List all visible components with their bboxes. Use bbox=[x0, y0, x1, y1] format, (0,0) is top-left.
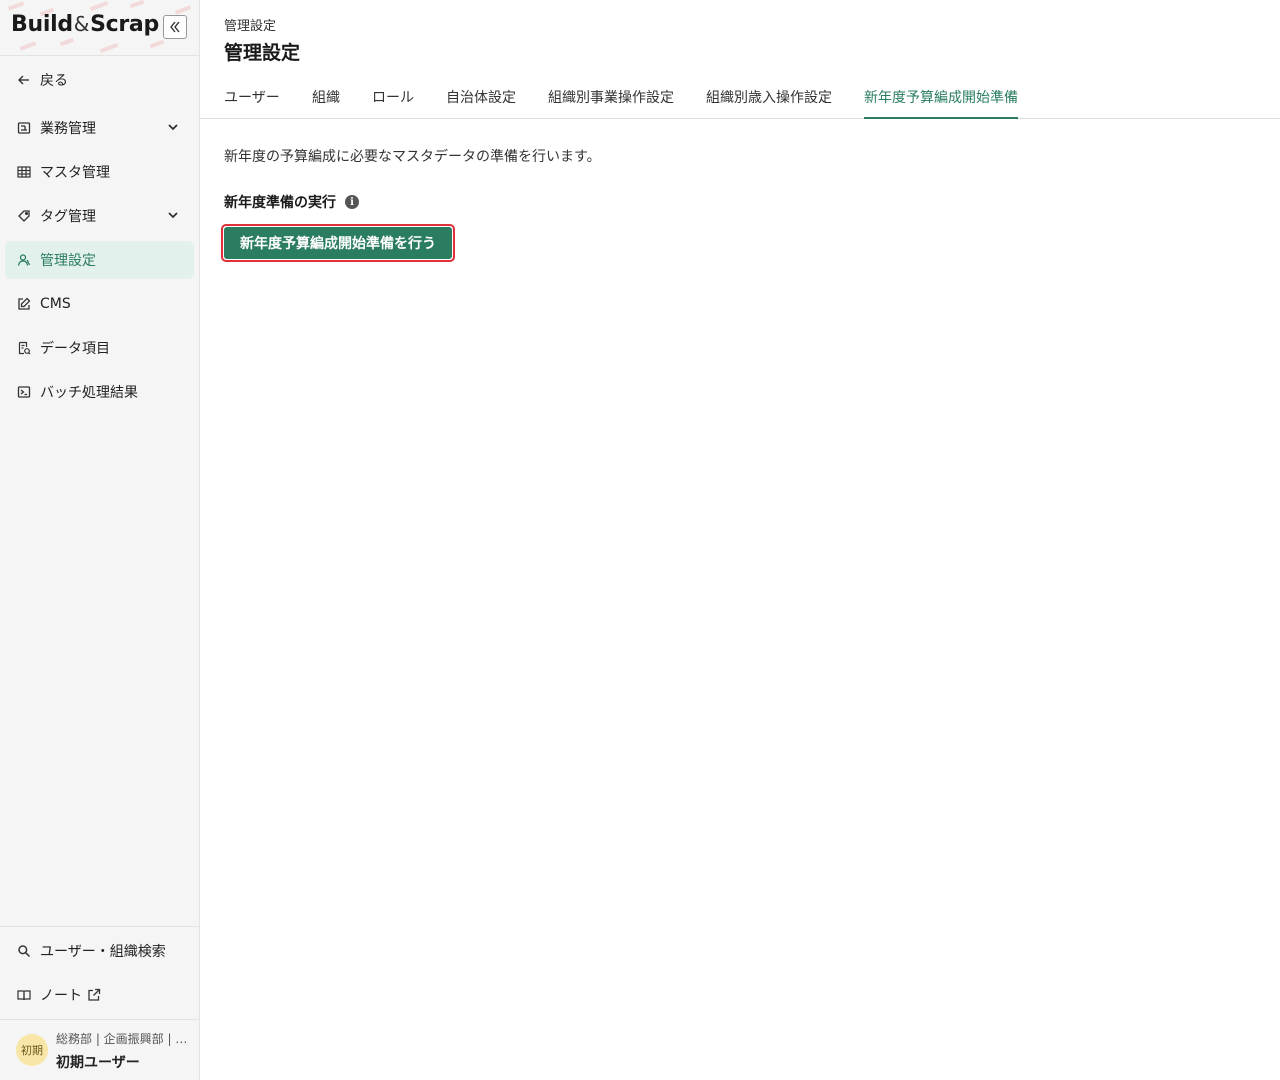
avatar: 初期 bbox=[16, 1034, 48, 1066]
table-icon bbox=[16, 164, 32, 180]
search-icon bbox=[16, 943, 32, 959]
sidebar-item-batch-results[interactable]: バッチ処理結果 bbox=[5, 373, 194, 411]
sidebar: Build&Scrap 戻る 業務管理 マスタ管理 タグ管理 管理設定 CMS … bbox=[0, 0, 200, 1080]
back-button[interactable]: 戻る bbox=[5, 61, 194, 99]
tag-icon bbox=[16, 208, 32, 224]
collapse-sidebar-button[interactable] bbox=[163, 15, 187, 39]
sidebar-item-label: タグ管理 bbox=[40, 209, 96, 225]
chevron-down-icon bbox=[168, 124, 178, 131]
page-title: 管理設定 bbox=[224, 42, 301, 64]
info-icon[interactable]: i bbox=[345, 195, 359, 209]
terminal-icon bbox=[16, 384, 32, 400]
tab-roles[interactable]: ロール bbox=[372, 87, 414, 119]
sidebar-item-label: 管理設定 bbox=[40, 253, 96, 269]
sidebar-item-user-org-search[interactable]: ユーザー・組織検索 bbox=[5, 932, 194, 970]
sidebar-item-data-fields[interactable]: データ項目 bbox=[5, 329, 194, 367]
people-icon bbox=[16, 252, 32, 268]
user-name: 初期ユーザー bbox=[56, 1055, 140, 1071]
sidebar-divider bbox=[0, 926, 200, 927]
document-icon bbox=[16, 340, 32, 356]
sidebar-item-label: ノート bbox=[40, 988, 82, 1004]
tab-org-project-operation-settings[interactable]: 組織別事業操作設定 bbox=[548, 87, 674, 119]
page-description: 新年度の予算編成に必要なマスタデータの準備を行います。 bbox=[224, 149, 601, 165]
back-label: 戻る bbox=[40, 73, 68, 89]
sidebar-item-label: マスタ管理 bbox=[40, 165, 110, 181]
sidebar-item-label: CMS bbox=[40, 296, 71, 312]
tab-organizations[interactable]: 組織 bbox=[312, 87, 340, 119]
sidebar-item-label: ユーザー・組織検索 bbox=[40, 944, 166, 960]
logo-amp: & bbox=[73, 12, 90, 36]
sidebar-item-label: バッチ処理結果 bbox=[40, 385, 138, 401]
tab-municipality-settings[interactable]: 自治体設定 bbox=[446, 87, 516, 119]
app-logo[interactable]: Build&Scrap bbox=[11, 12, 159, 37]
main-content: 管理設定 管理設定 ユーザー 組織 ロール 自治体設定 組織別事業操作設定 組織… bbox=[200, 0, 1280, 1080]
user-org: 総務部 | 企画振興部 | … bbox=[56, 1032, 188, 1046]
section-title-text: 新年度準備の実行 bbox=[224, 195, 336, 211]
tab-org-revenue-operation-settings[interactable]: 組織別歳入操作設定 bbox=[706, 87, 832, 119]
sidebar-item-cms[interactable]: CMS bbox=[5, 285, 194, 323]
start-budget-prep-button[interactable]: 新年度予算編成開始準備を行う bbox=[221, 224, 455, 262]
book-icon bbox=[16, 987, 32, 1003]
section-title: 新年度準備の実行 i bbox=[224, 192, 359, 212]
edit-icon bbox=[16, 296, 32, 312]
sidebar-item-business[interactable]: 業務管理 bbox=[5, 109, 194, 147]
sidebar-item-notes[interactable]: ノート bbox=[5, 976, 194, 1014]
sidebar-item-label: 業務管理 bbox=[40, 121, 96, 137]
logo-right: Scrap bbox=[90, 12, 159, 37]
breadcrumb: 管理設定 bbox=[224, 19, 277, 34]
double-chevron-left-icon bbox=[170, 21, 180, 33]
sidebar-item-admin-settings[interactable]: 管理設定 bbox=[5, 241, 194, 279]
sidebar-item-tags[interactable]: タグ管理 bbox=[5, 197, 194, 235]
external-link-icon bbox=[88, 988, 101, 1001]
ledger-icon bbox=[16, 120, 32, 136]
start-budget-prep-button-label: 新年度予算編成開始準備を行う bbox=[224, 227, 452, 259]
tab-bar: ユーザー 組織 ロール 自治体設定 組織別事業操作設定 組織別歳入操作設定 新年… bbox=[200, 82, 1280, 119]
tab-users[interactable]: ユーザー bbox=[224, 87, 280, 119]
chevron-down-icon bbox=[168, 212, 178, 219]
arrow-left-icon bbox=[16, 72, 32, 88]
logo-left: Build bbox=[11, 12, 73, 37]
logo-bar: Build&Scrap bbox=[0, 0, 199, 56]
sidebar-item-master[interactable]: マスタ管理 bbox=[5, 153, 194, 191]
sidebar-item-label: データ項目 bbox=[40, 341, 110, 357]
user-profile[interactable]: 初期 総務部 | 企画振興部 | … 初期ユーザー bbox=[0, 1020, 200, 1080]
tab-new-fiscal-year-budget-prep[interactable]: 新年度予算編成開始準備 bbox=[864, 87, 1018, 119]
